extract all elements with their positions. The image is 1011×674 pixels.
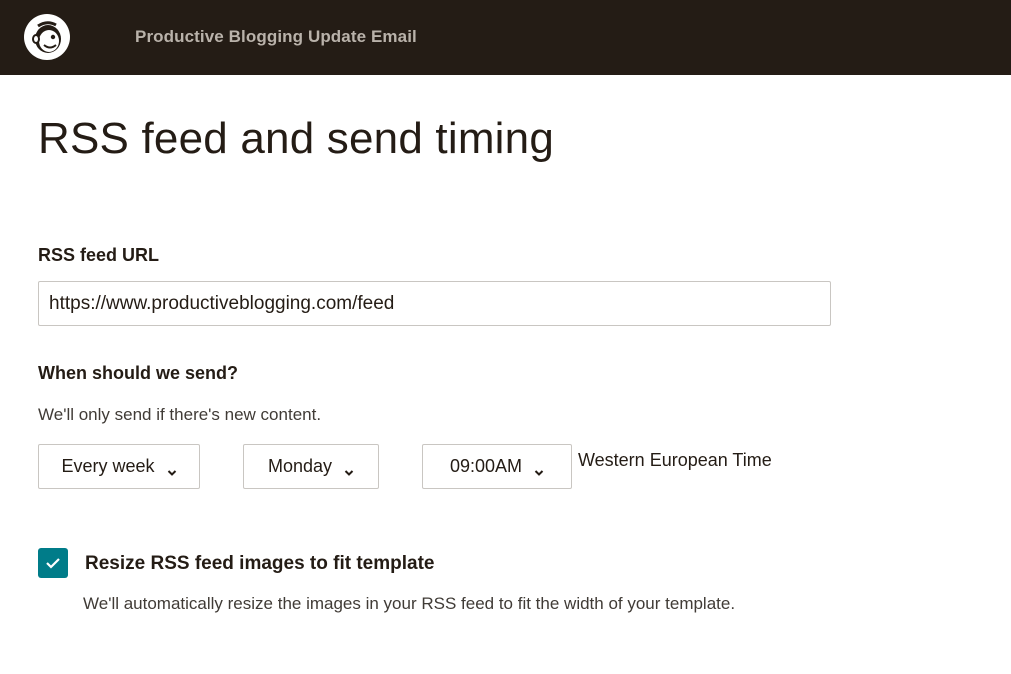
send-helper-text: We'll only send if there's new content. [38, 405, 322, 424]
checkmark-icon [46, 558, 60, 569]
rss-url-label: RSS feed URL [38, 245, 160, 265]
page-title: RSS feed and send timing [38, 114, 554, 163]
chevron-down-icon [534, 462, 544, 476]
resize-images-description: We'll automatically resize the images in… [83, 594, 736, 613]
day-value: Monday [267, 456, 333, 476]
time-select[interactable]: 09:00AM [422, 444, 572, 489]
rss-url-input[interactable] [38, 281, 831, 326]
frequency-value: Every week [61, 456, 155, 476]
time-value: 09:00AM [449, 456, 523, 476]
campaign-name: Productive Blogging Update Email [135, 27, 417, 46]
top-bar: Productive Blogging Update Email [0, 0, 1011, 75]
resize-images-label[interactable]: Resize RSS feed images to fit template [85, 553, 435, 575]
frequency-select[interactable]: Every week [38, 444, 200, 489]
send-timing-label: When should we send? [38, 363, 239, 383]
mailchimp-logo-icon[interactable] [22, 12, 72, 62]
day-select[interactable]: Monday [243, 444, 379, 489]
resize-images-checkbox[interactable] [38, 548, 68, 578]
chevron-down-icon [344, 462, 354, 476]
chevron-down-icon [167, 462, 177, 476]
timezone-label: Western European Time [578, 450, 772, 470]
